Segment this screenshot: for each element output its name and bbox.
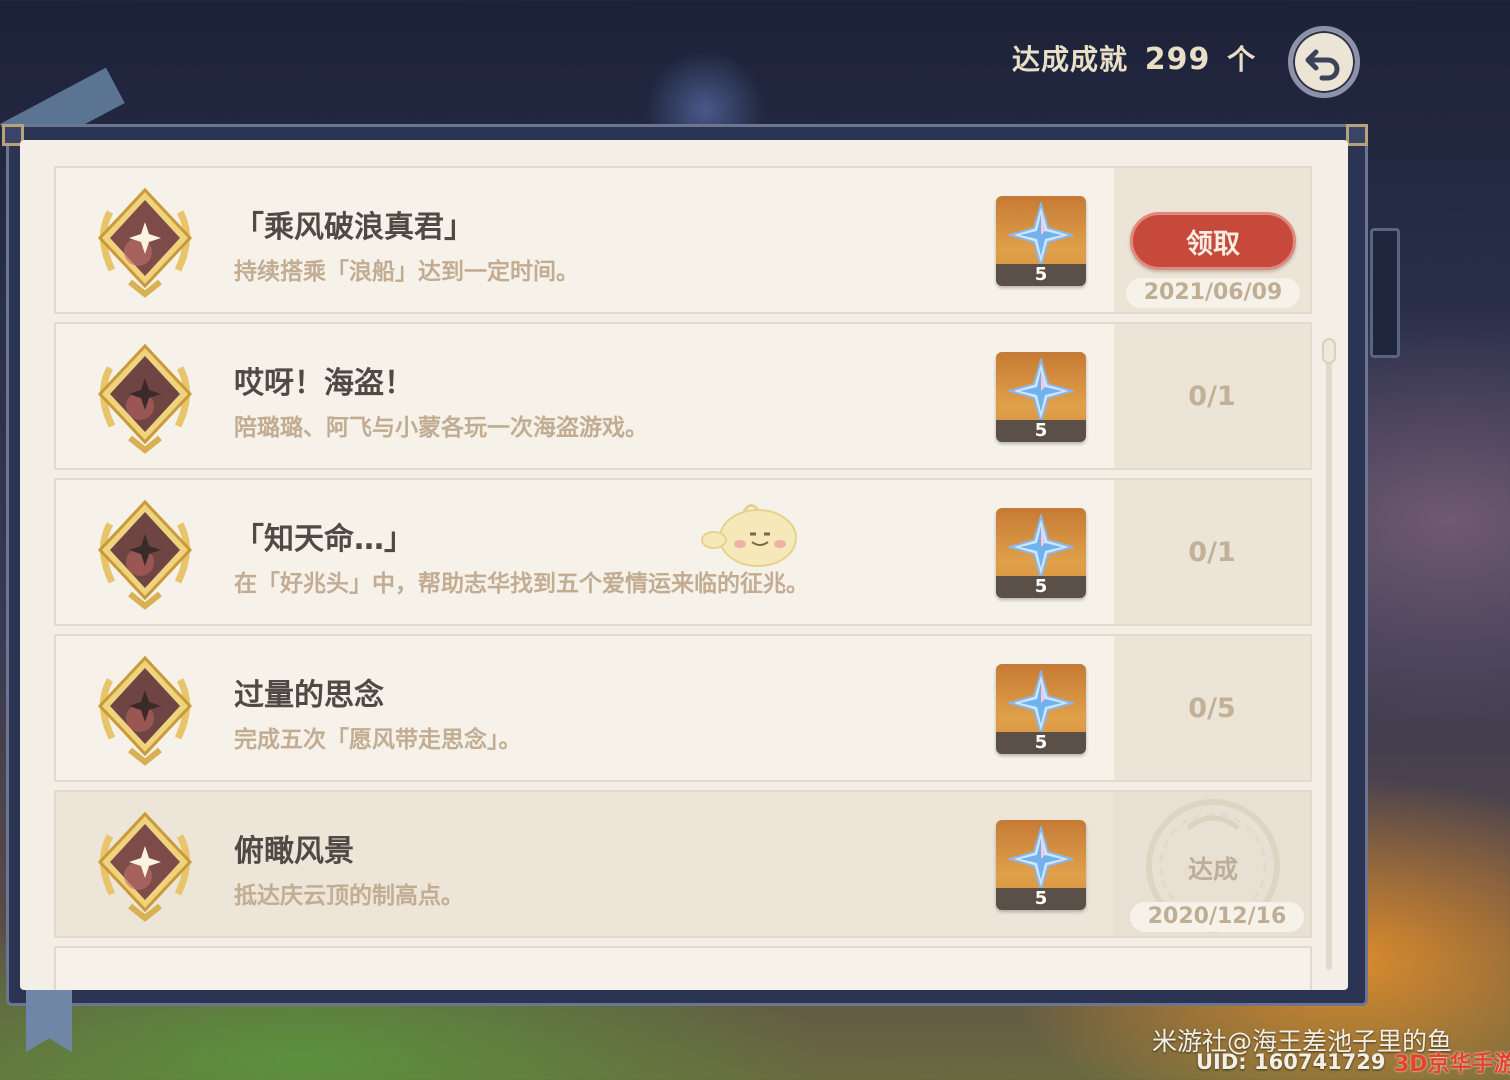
- list-scrollbar-track[interactable]: [1326, 350, 1332, 970]
- primogem-icon: [1008, 826, 1074, 892]
- primogem-icon: [1008, 358, 1074, 424]
- achievement-description: 陪璐璐、阿飞与小蒙各玩一次海盗游戏。: [234, 415, 648, 441]
- achievement-count-suffix: 个: [1227, 43, 1257, 76]
- achievement-progress: 0/5: [1188, 692, 1236, 724]
- achievement-info: 「乘风破浪真君」 持续搭乘「浪船」达到一定时间。 5: [56, 168, 1114, 312]
- achievement-description: 持续搭乘「浪船」达到一定时间。: [234, 259, 579, 285]
- achievement-info: 哎呀！海盗！ 陪璐璐、阿飞与小蒙各玩一次海盗游戏。 5: [56, 324, 1114, 468]
- mascot-watermark-icon: [701, 504, 797, 567]
- book-side-tab[interactable]: [1370, 228, 1400, 358]
- reward-item[interactable]: 5: [996, 820, 1086, 910]
- achievement-row[interactable]: 「乘风破浪真君」 持续搭乘「浪船」达到一定时间。 5 领取 2021/06/09: [54, 166, 1312, 314]
- achievement-date: 2020/12/16: [1130, 902, 1304, 932]
- achievement-row[interactable]: 俯瞰风景 抵达庆云顶的制高点。 5 达成 2020/12/16: [54, 790, 1312, 938]
- achievement-title: 「乘风破浪真君」: [234, 210, 474, 245]
- reward-item[interactable]: 5: [996, 196, 1086, 286]
- primogem-icon: [1008, 202, 1074, 268]
- achievement-row-partial[interactable]: [54, 946, 1312, 990]
- achievement-badge-icon: [97, 499, 193, 610]
- claim-button[interactable]: 领取: [1130, 212, 1296, 270]
- frame-corner-ornament: [1346, 124, 1368, 146]
- achievement-info: 俯瞰风景 抵达庆云顶的制高点。 5: [56, 792, 1114, 936]
- achievement-status: 0/1: [1114, 324, 1310, 468]
- achievement-page: 「乘风破浪真君」 持续搭乘「浪船」达到一定时间。 5 领取 2021/06/09: [20, 140, 1348, 990]
- site-logo: 3D京华手游网: [1394, 1052, 1510, 1077]
- achievement-status: 0/5: [1114, 636, 1310, 780]
- reward-count: 5: [996, 420, 1086, 442]
- reward-count: 5: [996, 732, 1086, 754]
- achievement-badge-icon: [97, 655, 193, 766]
- achievement-status: 达成 2020/12/16: [1114, 792, 1310, 936]
- reward-count: 5: [996, 576, 1086, 598]
- reward-count: 5: [996, 264, 1086, 286]
- achievement-title: 过量的思念: [234, 678, 384, 713]
- achievement-title: 哎呀！海盗！: [234, 366, 414, 401]
- achievement-info: 「知天命…」 在「好兆头」中，帮助志华找到五个爱情运来临的征兆。 5: [56, 480, 1114, 624]
- list-scrollbar-thumb[interactable]: [1322, 338, 1336, 364]
- achievement-count-value: 299: [1144, 42, 1211, 77]
- back-button[interactable]: [1288, 26, 1360, 98]
- achievement-description: 抵达庆云顶的制高点。: [234, 883, 464, 909]
- bookmark-ribbon: [26, 990, 72, 1052]
- player-uid: UID: 160741729: [1196, 1050, 1386, 1074]
- achievement-date: 2021/06/09: [1126, 278, 1300, 308]
- achievement-badge-icon: [97, 187, 193, 298]
- achievement-description: 完成五次「愿风带走思念」。: [234, 727, 522, 753]
- achievement-title: 「知天命…」: [234, 522, 414, 557]
- achievement-status: 0/1: [1114, 480, 1310, 624]
- achievement-badge-icon: [97, 343, 193, 454]
- reward-item[interactable]: 5: [996, 352, 1086, 442]
- back-arrow-icon: [1305, 49, 1340, 81]
- primogem-icon: [1008, 514, 1074, 580]
- achievement-count-prefix: 达成成就: [1012, 43, 1129, 76]
- completed-label: 达成: [1187, 855, 1238, 884]
- achievement-info: 过量的思念 完成五次「愿风带走思念」。 5: [56, 636, 1114, 780]
- achievement-progress: 0/1: [1188, 536, 1236, 568]
- achievement-count: 达成成就 299 个: [1012, 38, 1256, 78]
- reward-count: 5: [996, 888, 1086, 910]
- achievement-title: 俯瞰风景: [234, 834, 354, 869]
- achievement-status: 领取 2021/06/09: [1114, 168, 1310, 312]
- achievement-list[interactable]: 「乘风破浪真君」 持续搭乘「浪船」达到一定时间。 5 领取 2021/06/09: [54, 166, 1312, 990]
- reward-item[interactable]: 5: [996, 508, 1086, 598]
- reward-item[interactable]: 5: [996, 664, 1086, 754]
- achievement-row[interactable]: 哎呀！海盗！ 陪璐璐、阿飞与小蒙各玩一次海盗游戏。 5 0/1: [54, 322, 1312, 470]
- achievement-row[interactable]: 过量的思念 完成五次「愿风带走思念」。 5 0/5: [54, 634, 1312, 782]
- achievement-progress: 0/1: [1188, 380, 1236, 412]
- achievement-badge-icon: [97, 811, 193, 922]
- achievement-row[interactable]: 「知天命…」 在「好兆头」中，帮助志华找到五个爱情运来临的征兆。 5 0/1: [54, 478, 1312, 626]
- primogem-icon: [1008, 670, 1074, 736]
